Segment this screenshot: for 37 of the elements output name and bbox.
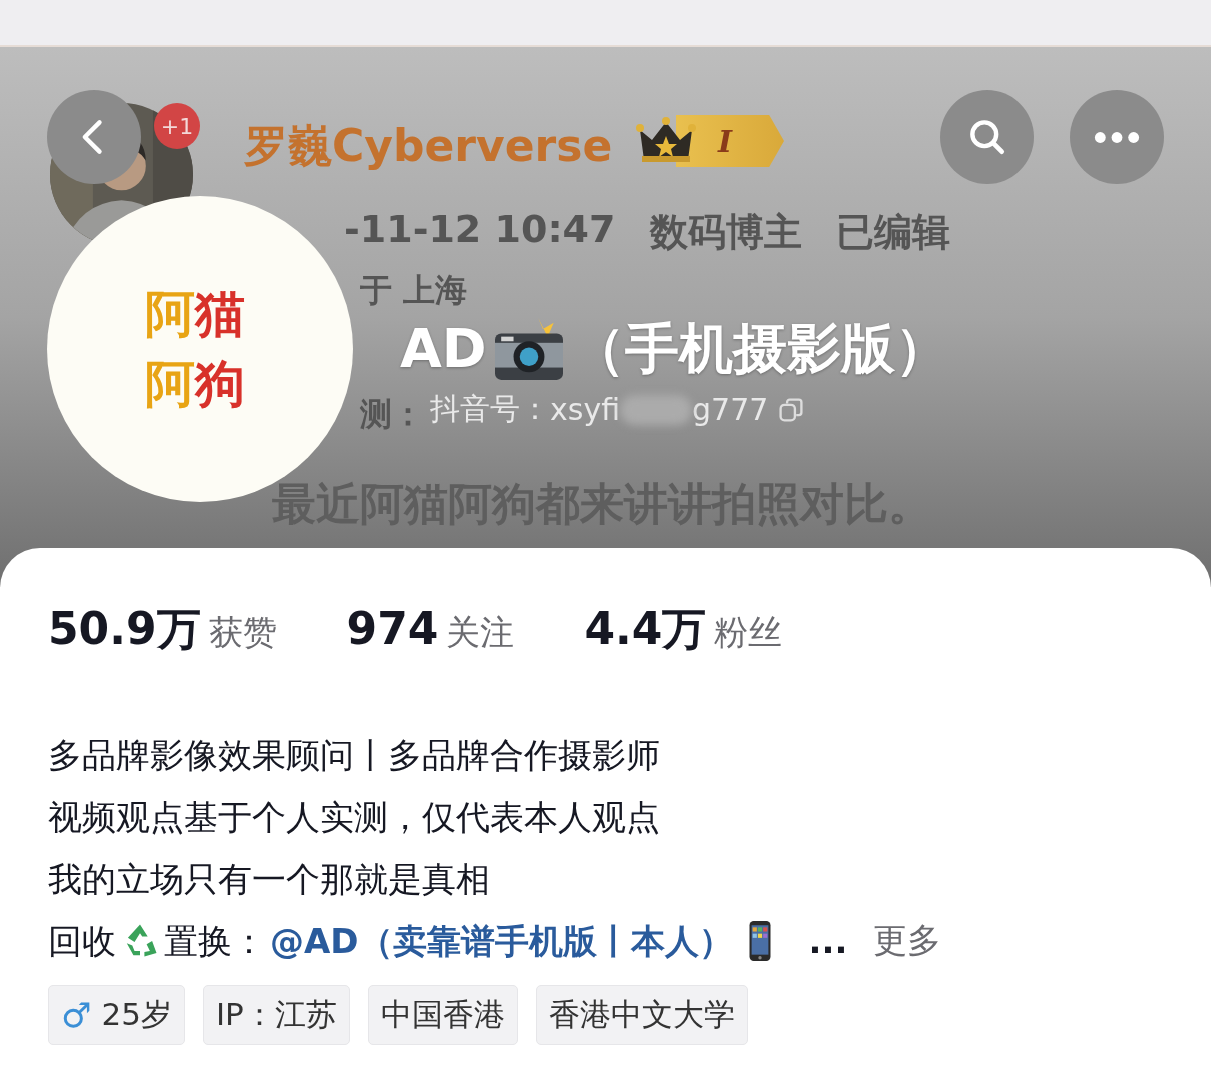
account-id-label: 抖音号： xyxy=(430,390,550,428)
ellipsis-text: ... xyxy=(808,921,848,961)
author-name: 罗巍Cyberverse xyxy=(244,119,613,173)
stat-label[interactable]: 粉丝 xyxy=(714,610,783,656)
post-text: 测： xyxy=(360,394,424,435)
bio-text: 回收 xyxy=(48,920,116,963)
gender-icon: ♂ xyxy=(61,995,92,1035)
account-id: g777 xyxy=(692,392,769,427)
stat-value[interactable]: 974 xyxy=(346,603,439,654)
profile-tag: 香港中文大学 xyxy=(535,985,748,1045)
notification-badge: +1 xyxy=(154,103,200,149)
profile-name: AD xyxy=(400,322,487,376)
stat-value[interactable]: 50.9万 xyxy=(48,600,201,659)
level-text: I xyxy=(718,123,733,159)
back-button[interactable] xyxy=(47,90,141,184)
stat-label[interactable]: 获赞 xyxy=(208,610,277,656)
post-location: 于 上海 xyxy=(360,270,468,311)
profile-tag: 中国香港 xyxy=(367,985,518,1045)
stat-label[interactable]: 关注 xyxy=(446,610,515,656)
stat-value[interactable]: 4.4万 xyxy=(584,600,707,659)
bio-text: 视频观点基于个人实测，仅代表本人观点 xyxy=(48,796,661,839)
account-id: xsyfi xyxy=(550,392,621,427)
mention-link[interactable]: @AD（卖靠谱手机版丨本人） xyxy=(270,917,733,965)
avatar-text: 猫 xyxy=(195,289,245,339)
avatar-text: 阿 xyxy=(145,359,195,409)
post-meta: 已编辑 xyxy=(835,209,950,256)
copy-icon[interactable] xyxy=(778,396,805,423)
bio-text: 我的立场只有一个那就是真相 xyxy=(48,858,491,901)
bio-text: 多品牌影像效果顾问丨多品牌合作摄影师 xyxy=(48,734,661,777)
avatar-text: 阿 xyxy=(145,289,195,339)
profile-name: （手机摄影版） xyxy=(570,322,949,376)
avatar-text: 狗 xyxy=(195,359,245,409)
post-meta: 数码博主 xyxy=(649,209,802,256)
tag-text: 25岁 xyxy=(101,995,172,1034)
profile-tag: IP：江苏 xyxy=(202,985,350,1045)
bio-text: 置换： xyxy=(164,920,266,963)
more-link[interactable]: 更多 xyxy=(873,918,942,964)
